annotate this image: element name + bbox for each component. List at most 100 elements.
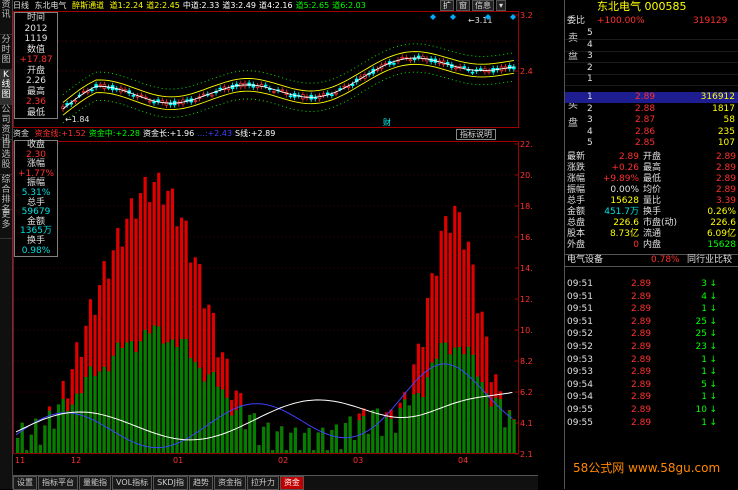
candle-body: [400, 56, 404, 59]
tick-price: 2.89: [631, 304, 652, 315]
sell-level: 3: [587, 51, 593, 61]
bottom-tab-1[interactable]: 指标平台: [38, 476, 78, 490]
fund-bar-green: [107, 371, 111, 453]
tick-time: 09:53: [567, 354, 593, 365]
stat-value: 2.89: [618, 152, 639, 162]
sidebar-tab-5[interactable]: 综合排名: [0, 175, 12, 215]
tick-time: 09:53: [567, 367, 593, 378]
fund-bar-green: [271, 450, 275, 453]
sidebar-tab-1[interactable]: 分时图: [0, 35, 12, 70]
buy-row-1[interactable]: 2 2.88 1817: [565, 104, 738, 115]
tick-row: 09:51 2.89 4 ↓: [565, 292, 738, 303]
fund-bar-green: [239, 405, 243, 453]
fund-bar-green: [93, 375, 97, 453]
tick-time: 09:51: [567, 291, 593, 302]
sector-row[interactable]: 电气设备 0.78% 同行业比较: [565, 254, 738, 267]
bottom-tab-6[interactable]: 资金指: [213, 476, 246, 490]
tick-time: 09:54: [567, 379, 593, 390]
candle-body: [416, 55, 421, 58]
sell-row-4[interactable]: 1: [565, 74, 738, 86]
tick-row: 09:51 2.89 3 ↓: [565, 279, 738, 290]
fund-bar-green: [20, 422, 24, 453]
weibi-label: 委比: [567, 16, 586, 26]
cursor-info-box: 时间 2012 1119 数值 +17.87 开盘 2.26 最高 2.36 最低: [14, 12, 58, 119]
event-marker[interactable]: 财: [383, 117, 391, 127]
stat-row-1: 涨跌 +0.26 最高 2.89: [565, 163, 738, 174]
indicator-title[interactable]: 资金: [13, 129, 29, 138]
candle-body: [288, 95, 293, 98]
toolbar-button-1[interactable]: 窗: [456, 0, 470, 11]
candle-body: [73, 100, 78, 103]
sell-row-0[interactable]: 5: [565, 28, 738, 40]
bottom-tab-4[interactable]: SKDJ指: [153, 476, 188, 490]
buy-row-2[interactable]: 3 2.87 58: [565, 115, 738, 126]
sell-row-3[interactable]: 2: [565, 63, 738, 75]
tick-price: 2.89: [631, 405, 652, 415]
sell-row-1[interactable]: 4: [565, 40, 738, 52]
chart-area[interactable]: 3.242.49←3.11←1.84财 22.3120.3018.2816.27…: [13, 11, 533, 463]
sector-compare[interactable]: 同行业比较: [687, 255, 732, 266]
bottom-tab-2[interactable]: 量能指: [79, 476, 111, 490]
fund-bar-green: [435, 358, 439, 453]
fund-bar-green: [494, 397, 498, 453]
fund-bar-green: [243, 429, 247, 453]
fund-bar-green: [143, 329, 147, 453]
info-row-6: 2.26: [25, 76, 47, 86]
fund-bar-green: [371, 410, 375, 453]
indicator-help-button[interactable]: 指标说明: [456, 129, 496, 140]
indicator-axis-label-7: 8.21: [520, 357, 533, 366]
bottom-tab-5[interactable]: 趋势: [188, 476, 213, 490]
fund-bar-green: [207, 374, 211, 453]
sidebar-tab-0[interactable]: 资讯: [0, 0, 12, 35]
buy-row-3[interactable]: 4 2.86 235: [565, 127, 738, 138]
arrow-down-icon: ↓: [709, 367, 717, 378]
buy-row-4[interactable]: 5 2.85 107: [565, 138, 738, 149]
bottom-tab-7[interactable]: 拉升力: [246, 476, 279, 490]
channel-value-5: 道5:2.65: [295, 1, 330, 10]
toolbar-button-0[interactable]: 扩: [440, 0, 454, 11]
tick-volume: 10: [695, 405, 707, 415]
stat-row-5: 金额 451.7万 换手 0.26%: [565, 207, 738, 218]
fund-bar-green: [407, 405, 411, 453]
buy-row-0[interactable]: 1 2.89 316912: [565, 92, 738, 103]
tick-price: 2.89: [631, 379, 652, 390]
tick-time: 09:54: [567, 392, 593, 403]
info-row-2: 1119: [24, 34, 48, 44]
fund-bar-green: [184, 338, 188, 453]
indicator-name[interactable]: 醉斯通道: [72, 1, 104, 10]
buy-price: 2.87: [635, 115, 656, 125]
stat-value-2: 3.39: [715, 196, 736, 206]
tick-volume: 25: [695, 316, 707, 327]
sidebar-tab-2[interactable]: K线图: [0, 70, 12, 105]
fund-bar-green: [38, 444, 42, 453]
fund-bar-green: [357, 420, 361, 453]
bottom-tab-3[interactable]: VOL指标: [112, 476, 153, 490]
watermark: 58公式网 www.58gu.com: [573, 461, 721, 475]
tick-price: 2.89: [631, 354, 652, 365]
bottom-tab-0[interactable]: 设置: [13, 476, 37, 490]
fund-bar-green: [480, 382, 484, 453]
tick-time: 09:52: [567, 329, 593, 340]
bottom-tab-8[interactable]: 资金: [279, 476, 304, 490]
fund-bar-green: [334, 424, 339, 453]
sidebar-tab-4[interactable]: 自选股: [0, 140, 12, 175]
candle-body: [330, 94, 334, 96]
fund-bar-green: [302, 432, 307, 453]
sidebar-tab-6[interactable]: 更多: [0, 210, 12, 239]
toolbar-button-3[interactable]: ▾: [496, 0, 507, 11]
stat-value-2: 6.09亿: [706, 229, 736, 239]
toolbar-button-2[interactable]: 信息: [472, 0, 494, 11]
fund-bar-green: [398, 407, 402, 453]
sell-row-2[interactable]: 3: [565, 51, 738, 63]
fund-bar-green: [43, 425, 47, 453]
quote-panel: 东北电气 000585 委比 +100.00% 319129 卖盘 5 4 3 2 1 买盘 1 2.…: [564, 0, 738, 489]
buy-price: 2.85: [635, 138, 656, 148]
arrow-down-icon: ↓: [709, 291, 717, 302]
indicator-axis-label-0: 22.31: [520, 140, 533, 149]
x-axis-label-4: 03: [353, 456, 363, 463]
candle-body: [280, 89, 284, 92]
info-row-1: 2012: [24, 23, 48, 34]
indicator-axis-label-8: 6.20: [520, 388, 533, 397]
sidebar-tab-3[interactable]: 公司资讯: [0, 105, 12, 145]
tick-price: 2.89: [631, 367, 652, 378]
